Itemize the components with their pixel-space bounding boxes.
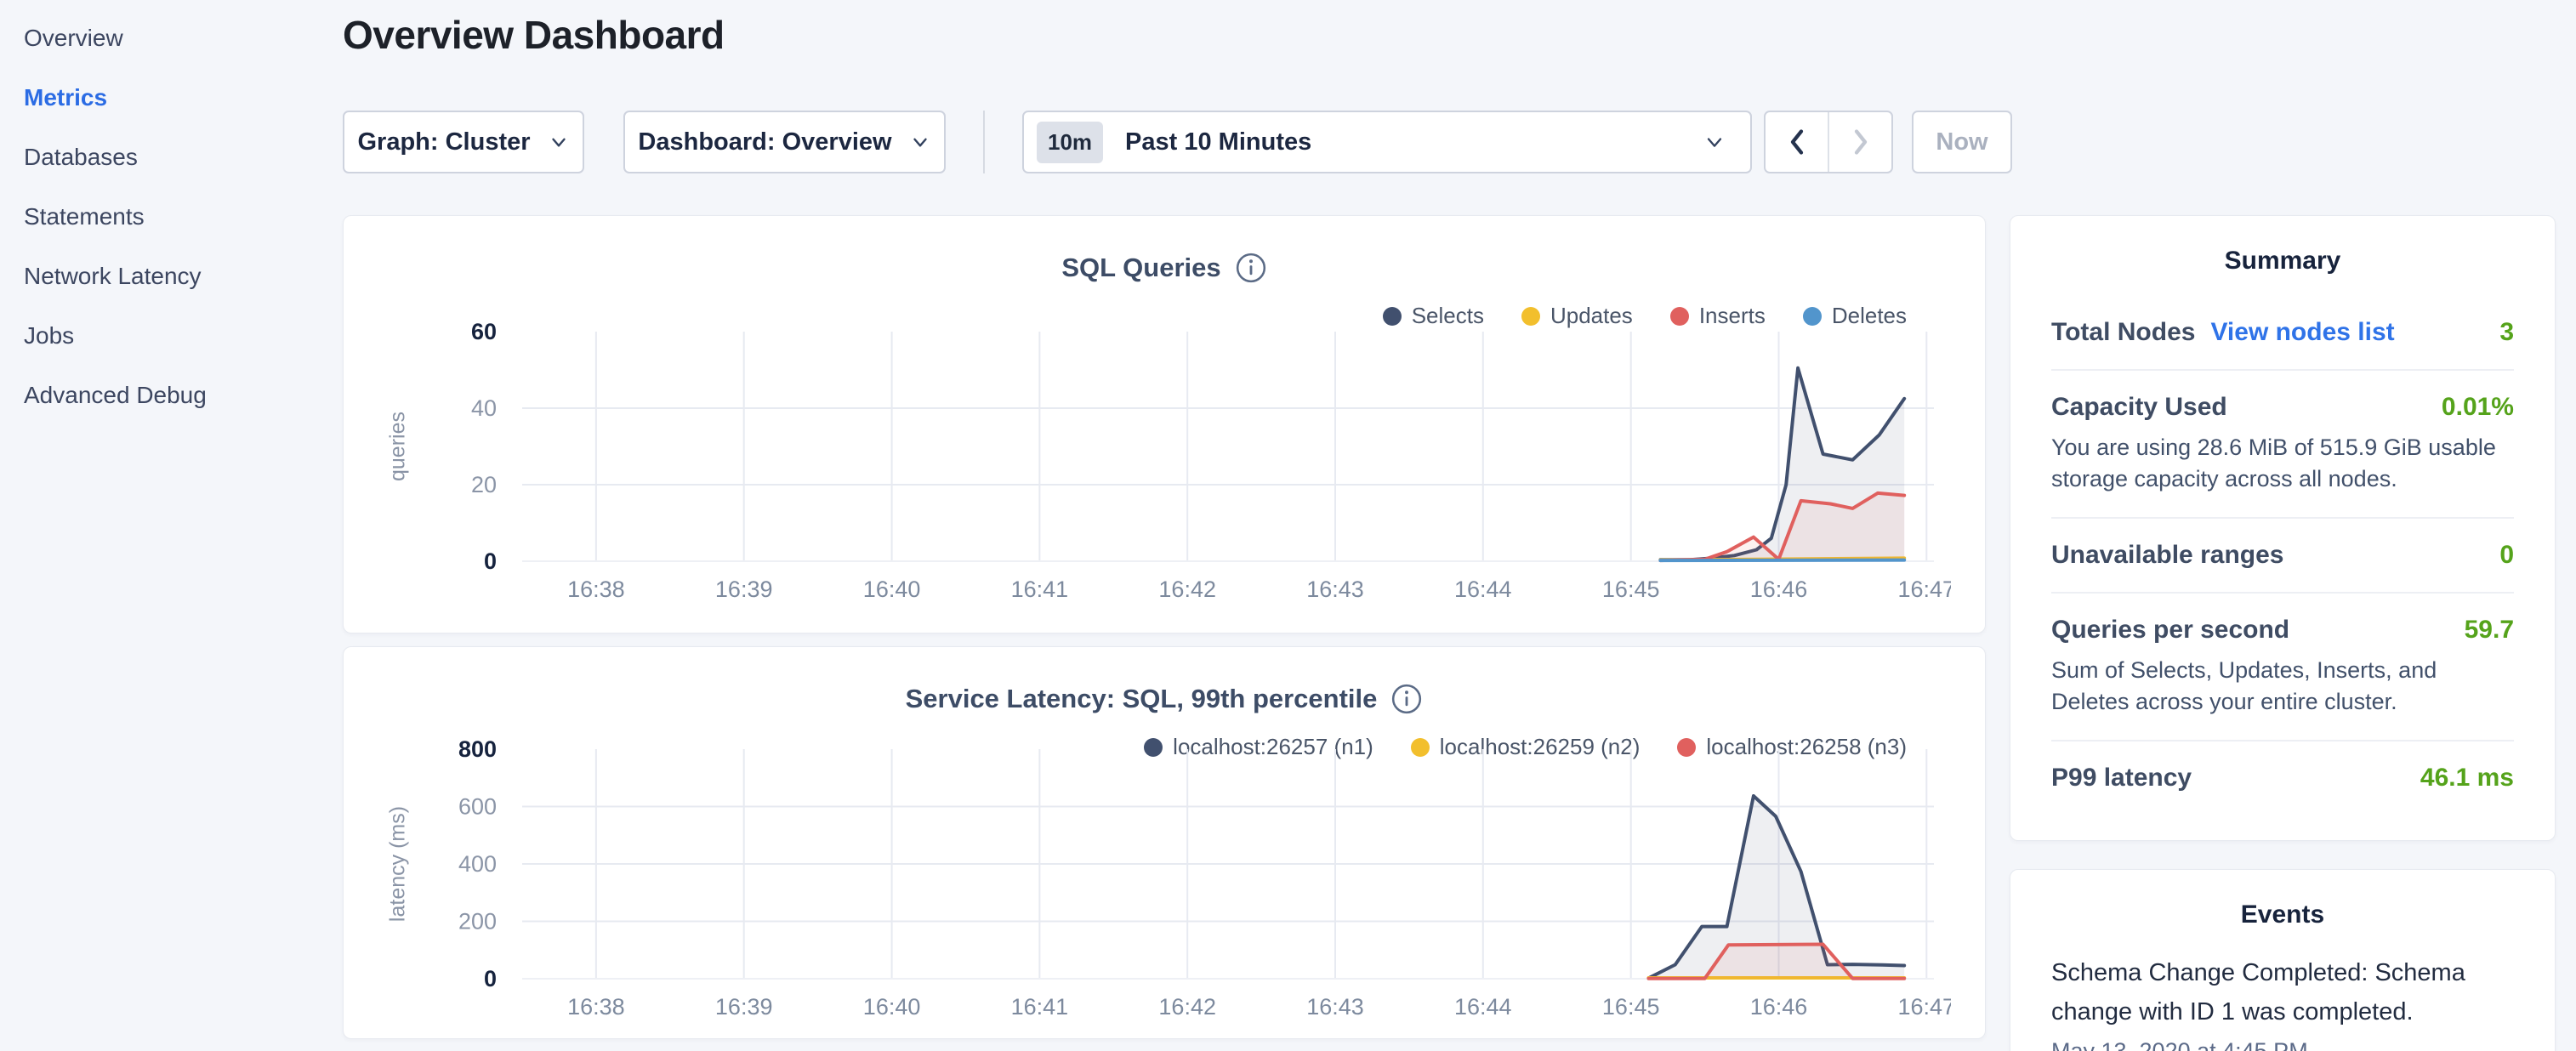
toolbar-divider	[983, 111, 985, 173]
chevron-down-icon	[548, 131, 570, 153]
svg-text:16:45: 16:45	[1602, 994, 1660, 1020]
svg-text:16:40: 16:40	[863, 994, 921, 1020]
summary-row-capacity-used: Capacity Used 0.01% You are using 28.6 M…	[2051, 369, 2514, 517]
svg-text:16:38: 16:38	[567, 994, 625, 1020]
chart-card-service-latency: Service Latency: SQL, 99th percentile lo…	[343, 646, 1986, 1039]
summary-subtext: You are using 28.6 MiB of 515.9 GiB usab…	[2051, 432, 2514, 495]
metrics-page: Overview Metrics Databases Statements Ne…	[0, 0, 2576, 1051]
dashboard-dropdown[interactable]: Dashboard: Overview	[623, 111, 946, 173]
sidebar-item-overview[interactable]: Overview	[24, 9, 340, 68]
time-range-arrows	[1764, 111, 1893, 173]
svg-text:16:43: 16:43	[1306, 577, 1364, 602]
chevron-down-icon	[909, 131, 931, 153]
info-icon[interactable]	[1235, 252, 1267, 284]
summary-label: Total Nodes	[2051, 318, 2195, 347]
sidebar-item-advanced-debug[interactable]: Advanced Debug	[24, 366, 340, 425]
graph-dropdown-label: Graph: Cluster	[357, 128, 530, 156]
page-title: Overview Dashboard	[343, 12, 725, 58]
svg-text:600: 600	[458, 794, 497, 820]
svg-text:800: 800	[458, 736, 497, 762]
summary-value: 3	[2499, 318, 2514, 347]
chart-card-sql-queries: SQL Queries SelectsUpdatesInsertsDeletes…	[343, 215, 1986, 633]
chart-plot[interactable]: 16:38 16:39 16:40 16:41 16:42 16:43 16:44 16:45…	[395, 734, 1951, 1027]
summary-title: Summary	[2010, 247, 2555, 276]
events-panel: Events Schema Change Completed: Schema c…	[2010, 869, 2556, 1051]
chart-plot[interactable]: 16:38 16:39 16:40 16:41 16:42 16:43 16:44 16:45…	[395, 316, 1951, 610]
summary-value: 59.7	[2465, 616, 2514, 645]
svg-text:0: 0	[484, 966, 497, 991]
time-range-selector[interactable]: 10m Past 10 Minutes	[1022, 111, 1752, 173]
event-timestamp: May 13, 2020 at 4:45 PM	[2051, 1038, 2514, 1051]
svg-text:16:39: 16:39	[715, 577, 773, 602]
summary-value: 0.01%	[2442, 393, 2514, 422]
info-icon[interactable]	[1390, 683, 1423, 715]
next-range-button[interactable]	[1829, 112, 1891, 172]
graph-dropdown[interactable]: Graph: Cluster	[343, 111, 584, 173]
svg-text:60: 60	[471, 319, 497, 344]
dashboard-dropdown-label: Dashboard: Overview	[638, 128, 891, 156]
summary-label: Capacity Used	[2051, 393, 2227, 422]
svg-text:16:47: 16:47	[1898, 994, 1951, 1020]
svg-text:16:39: 16:39	[715, 994, 773, 1020]
svg-text:0: 0	[484, 548, 497, 574]
summary-value: 46.1 ms	[2420, 764, 2514, 793]
svg-text:20: 20	[471, 472, 497, 497]
svg-text:16:42: 16:42	[1158, 994, 1216, 1020]
svg-text:16:44: 16:44	[1454, 577, 1512, 602]
chart-title: SQL Queries	[1061, 253, 1220, 283]
chevron-down-icon	[1703, 130, 1726, 154]
svg-text:16:44: 16:44	[1454, 994, 1512, 1020]
sidebar-item-network-latency[interactable]: Network Latency	[24, 247, 340, 306]
svg-text:16:42: 16:42	[1158, 577, 1216, 602]
svg-text:16:38: 16:38	[567, 577, 625, 602]
summary-label: P99 latency	[2051, 764, 2192, 793]
summary-label: Unavailable ranges	[2051, 541, 2283, 570]
prev-range-button[interactable]	[1766, 112, 1829, 172]
summary-panel: Summary Total Nodes View nodes list 3 Ca…	[2010, 215, 2556, 841]
chevron-left-icon	[1784, 126, 1810, 158]
summary-subtext: Sum of Selects, Updates, Inserts, and De…	[2051, 655, 2514, 718]
event-item[interactable]: Schema Change Completed: Schema change w…	[2010, 929, 2555, 1051]
svg-text:16:45: 16:45	[1602, 577, 1660, 602]
svg-text:16:43: 16:43	[1306, 994, 1364, 1020]
svg-text:16:40: 16:40	[863, 577, 921, 602]
svg-text:16:41: 16:41	[1011, 994, 1069, 1020]
sidebar-item-metrics[interactable]: Metrics	[24, 68, 340, 128]
chevron-right-icon	[1848, 126, 1874, 158]
chart-title: Service Latency: SQL, 99th percentile	[906, 684, 1378, 714]
events-title: Events	[2010, 900, 2555, 929]
toolbar: Graph: Cluster Dashboard: Overview 10m P…	[343, 111, 2012, 173]
summary-row-p99-latency: P99 latency 46.1 ms	[2051, 740, 2514, 815]
event-message: Schema Change Completed: Schema change w…	[2051, 953, 2514, 1031]
sidebar-item-databases[interactable]: Databases	[24, 128, 340, 187]
time-range-badge: 10m	[1037, 122, 1103, 163]
summary-row-unavailable-ranges: Unavailable ranges 0	[2051, 517, 2514, 592]
summary-row-queries-per-second: Queries per second 59.7 Sum of Selects, …	[2051, 592, 2514, 740]
sidebar-item-jobs[interactable]: Jobs	[24, 306, 340, 366]
svg-text:16:46: 16:46	[1750, 994, 1808, 1020]
summary-label: Queries per second	[2051, 616, 2289, 645]
time-range-label: Past 10 Minutes	[1125, 128, 1703, 156]
now-button[interactable]: Now	[1912, 111, 2012, 173]
summary-row-total-nodes: Total Nodes View nodes list 3	[2051, 296, 2514, 369]
svg-text:200: 200	[458, 909, 497, 935]
sidebar-nav: Overview Metrics Databases Statements Ne…	[0, 0, 340, 425]
svg-text:16:41: 16:41	[1011, 577, 1069, 602]
svg-text:400: 400	[458, 851, 497, 877]
summary-value: 0	[2499, 541, 2514, 570]
view-nodes-link[interactable]: View nodes list	[2210, 318, 2394, 347]
svg-text:40: 40	[471, 395, 497, 421]
svg-text:16:46: 16:46	[1750, 577, 1808, 602]
sidebar-item-statements[interactable]: Statements	[24, 187, 340, 247]
svg-text:16:47: 16:47	[1898, 577, 1951, 602]
